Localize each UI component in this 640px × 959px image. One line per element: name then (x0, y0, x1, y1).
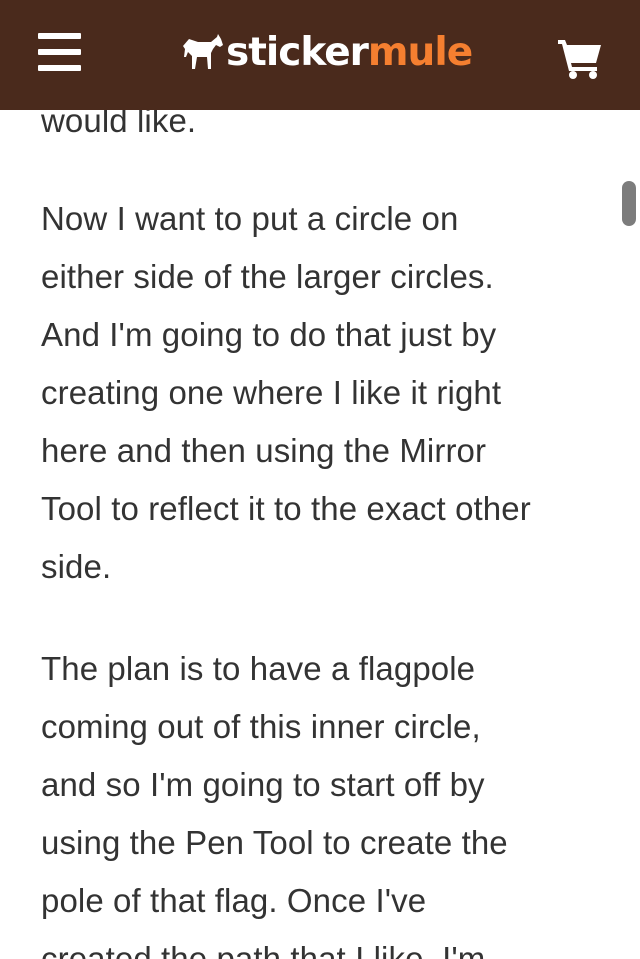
article-content: would like. Now I want to put a circle o… (0, 0, 640, 959)
scrollbar-thumb[interactable] (622, 181, 636, 226)
text-line: either side of the larger circles. (41, 258, 494, 295)
text-line: here and then using the Mirror (41, 432, 487, 469)
hamburger-menu-icon[interactable] (38, 33, 81, 72)
text-line: pole of that flag. Once I've (41, 882, 427, 919)
text-line: Tool to reflect it to the exact other (41, 490, 531, 527)
page: would like. Now I want to put a circle o… (0, 0, 640, 959)
text-line: and so I'm going to start off by (41, 766, 485, 803)
text-line: creating one where I like it right (41, 374, 502, 411)
text-line: created the path that I like, I'm (41, 940, 486, 959)
text-line: side. (41, 548, 112, 585)
logo-text-mule: mule (367, 30, 473, 75)
text-line: And I'm going to do that just by (41, 316, 497, 353)
mule-logo-icon (183, 34, 223, 69)
site-header: sticker mule (0, 0, 640, 110)
shopping-cart-icon[interactable] (556, 37, 604, 79)
text-line: using the Pen Tool to create the (41, 824, 508, 861)
text-line: The plan is to have a flagpole (41, 650, 476, 687)
logo-text-sticker: sticker (226, 30, 369, 75)
paragraph-flagpole: The plan is to have a flagpole coming ou… (41, 640, 601, 959)
text-line: Now I want to put a circle on (41, 200, 459, 237)
stickermule-logo[interactable]: sticker mule (180, 28, 473, 78)
paragraph-mirror-tool: Now I want to put a circle on either sid… (41, 190, 601, 596)
text-line: coming out of this inner circle, (41, 708, 481, 745)
